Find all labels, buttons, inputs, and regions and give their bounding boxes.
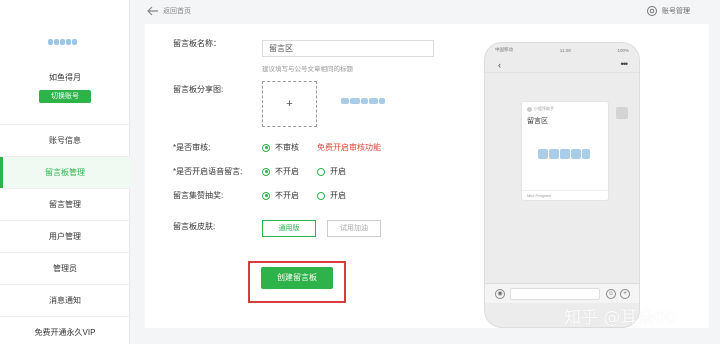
phone-input-bar: ◉ ☺ + — [485, 283, 639, 303]
plus-icon: + — [620, 289, 630, 299]
sidebar-item-user-management[interactable]: 用户管理 — [0, 221, 130, 253]
board-name-label: 留言板名称： — [173, 39, 221, 48]
share-image-upload[interactable]: + — [262, 81, 317, 127]
phone-status-bar: 中国移动 11:28 100% — [485, 43, 639, 57]
radio-selected-icon — [262, 191, 270, 200]
user-avatar-icon — [616, 107, 628, 119]
review-label: *是否审核: — [173, 143, 211, 152]
top-bar: 返回首页 账号管理 — [131, 0, 720, 24]
lottery-label: 留言集赞抽奖: — [173, 191, 224, 200]
board-name-input[interactable]: 留言区 — [262, 40, 434, 57]
phone-preview: 中国移动 11:28 100% ‹ ••• 小程序助手 留言区 Mini Pro… — [484, 42, 640, 328]
mini-program-card: 小程序助手 留言区 Mini Program — [521, 101, 609, 201]
switch-account-button[interactable]: 切换账号 — [39, 90, 91, 103]
sidebar-item-admins[interactable]: 管理员 — [0, 253, 130, 285]
radio-unselected-icon — [317, 191, 325, 200]
watermark: 知乎 @耳朵00 — [564, 308, 677, 328]
skin-label: 留言板皮肤: — [173, 222, 216, 231]
back-home-link[interactable]: 返回首页 — [147, 6, 191, 16]
sidebar-item-message-management[interactable]: 留言管理 — [0, 189, 130, 221]
source-avatar-icon — [527, 106, 532, 112]
review-option-no[interactable]: 不审核 — [262, 142, 299, 153]
voice-option-off[interactable]: 不开启 — [262, 166, 299, 177]
skin-default-button[interactable]: 通用版 — [262, 220, 316, 237]
sidebar: 如鱼得月 切换账号 账号信息 留言板管理 留言管理 用户管理 管理员 消息通知 … — [0, 0, 130, 344]
share-image-label: 留言板分享图: — [173, 85, 224, 94]
skin-custom-button[interactable]: 试用加油 — [327, 220, 381, 237]
card-source: 小程序助手 — [527, 106, 554, 112]
store-name: 如鱼得月 — [49, 73, 81, 82]
create-board-button[interactable]: 创建留言板 — [261, 267, 333, 289]
store-logo — [48, 38, 82, 48]
account-management-label: 账号管理 — [662, 8, 690, 15]
share-image-preview — [341, 97, 386, 106]
card-share-image — [538, 149, 594, 167]
status-time: 11:28 — [559, 47, 571, 53]
more-dots-icon: ••• — [620, 59, 629, 69]
enable-review-link[interactable]: 免费开启审核功能 — [317, 142, 381, 153]
sidebar-item-account-info[interactable]: 账号信息 — [0, 125, 130, 157]
voice-option-on[interactable]: 开启 — [317, 166, 346, 177]
gear-icon — [647, 6, 657, 16]
sidebar-item-notifications[interactable]: 消息通知 — [0, 285, 130, 317]
sidebar-item-free-vip[interactable]: 免费开通永久VIP — [0, 317, 130, 344]
phone-nav-bar: ‹ ••• — [485, 57, 639, 73]
sidebar-item-board-management[interactable]: 留言板管理 — [0, 157, 130, 189]
lottery-option-on[interactable]: 开启 — [317, 190, 346, 201]
radio-unselected-icon — [317, 167, 325, 176]
board-name-hint: 建议填写与公号文章相同的标题 — [262, 66, 353, 73]
voice-icon: ◉ — [495, 289, 505, 299]
voice-label: *是否开启语音留言: — [173, 167, 243, 176]
status-carrier: 中国移动 — [495, 47, 513, 52]
card-title: 留言区 — [527, 118, 548, 125]
back-arrow-icon — [147, 6, 158, 16]
radio-selected-icon — [262, 167, 270, 176]
account-management-link[interactable]: 账号管理 — [646, 5, 690, 17]
chat-input — [510, 288, 600, 300]
back-chevron-icon: ‹ — [498, 60, 501, 70]
back-home-label: 返回首页 — [163, 8, 191, 15]
status-battery: 100% — [617, 47, 629, 53]
emoji-icon: ☺ — [606, 289, 616, 299]
lottery-option-off[interactable]: 不开启 — [262, 190, 299, 201]
sidebar-nav: 账号信息 留言板管理 留言管理 用户管理 管理员 消息通知 免费开通永久VIP — [0, 124, 130, 344]
card-footer: Mini Program — [522, 190, 608, 200]
radio-selected-icon — [262, 143, 270, 152]
